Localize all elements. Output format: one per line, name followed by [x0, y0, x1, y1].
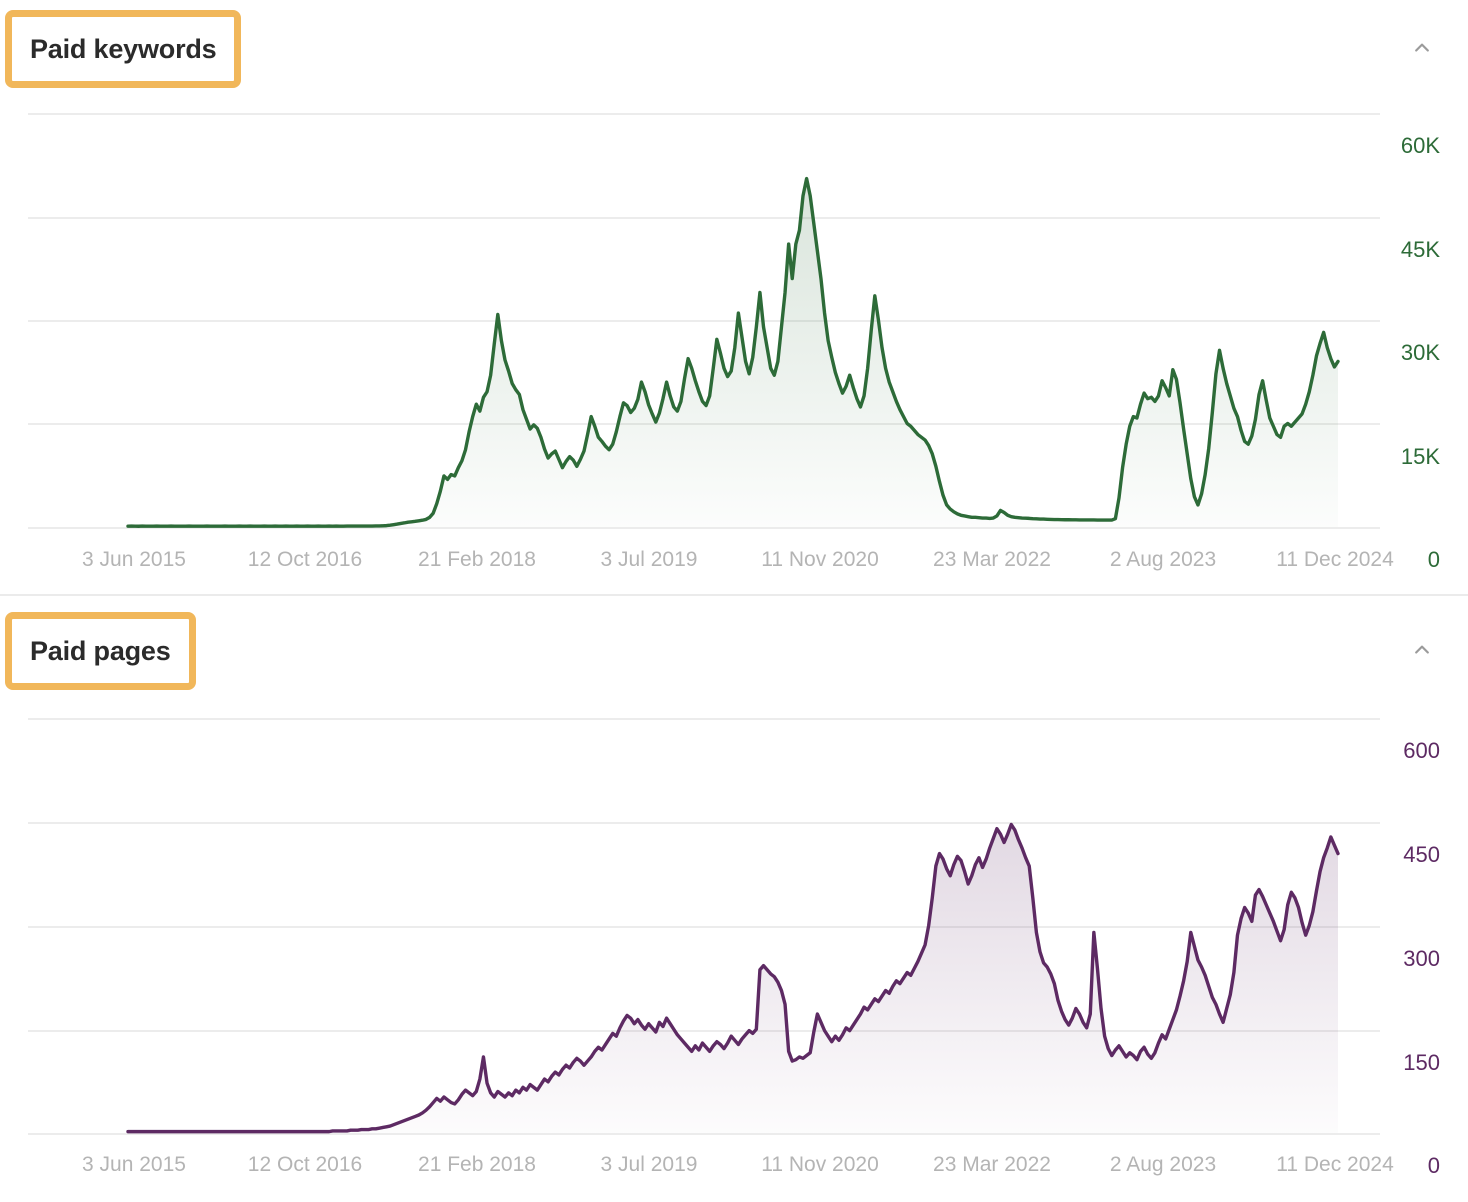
panel-paid-keywords: Paid keywords 60K 45K 30K 15K 0 3 Jun 20… — [0, 0, 1468, 595]
chart-paid-pages[interactable]: 600 450 300 150 0 3 Jun 2015 12 Oct 2016… — [0, 596, 1468, 1202]
panel-paid-pages: Paid pages 600 450 300 150 0 3 Jun 2015 … — [0, 596, 1468, 1202]
paid-metrics-page: Paid keywords 60K 45K 30K 15K 0 3 Jun 20… — [0, 0, 1468, 1202]
paid-pages-series — [0, 596, 1468, 1202]
chart-paid-keywords[interactable]: 60K 45K 30K 15K 0 3 Jun 2015 12 Oct 2016… — [0, 0, 1468, 595]
paid-keywords-series — [0, 0, 1468, 595]
